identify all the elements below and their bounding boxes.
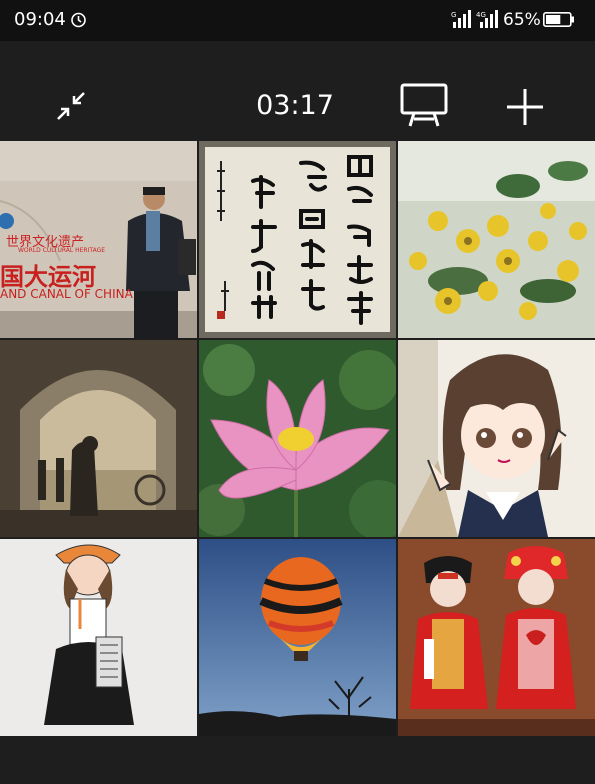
- photo-grid: 世界文化遗产 WORLD CULTURAL HERITAGE 国大运河 AND …: [0, 141, 595, 737]
- photo-tile-girl-illustration[interactable]: [0, 539, 197, 736]
- signal-2-label: 4G: [476, 11, 486, 19]
- photo-tile-grand-canal[interactable]: 世界文化遗产 WORLD CULTURAL HERITAGE 国大运河 AND …: [0, 141, 197, 338]
- battery-icon: [543, 12, 574, 27]
- recording-timer: 03:17: [256, 90, 334, 121]
- toolbar: 03:17: [0, 41, 595, 141]
- alarm-clock-icon: [71, 12, 86, 28]
- signal-1-label: G: [451, 11, 456, 19]
- status-bar: 09:04 G 4G 65%: [0, 0, 595, 41]
- photo-tile-hot-air-balloon[interactable]: [199, 539, 396, 736]
- cast-screen-icon[interactable]: [400, 83, 448, 129]
- bottom-bar: [0, 737, 595, 784]
- collapse-icon[interactable]: [56, 91, 86, 121]
- sign-text-english: AND CANAL OF CHINA: [0, 287, 133, 301]
- add-icon[interactable]: [505, 87, 545, 127]
- signal-4g-icon: 4G: [476, 10, 498, 28]
- signal-icon: G: [451, 10, 471, 28]
- photo-tile-opera-dolls[interactable]: [398, 539, 595, 736]
- photo-tile-couple-archway[interactable]: [0, 340, 197, 537]
- status-time: 09:04: [14, 9, 66, 30]
- photo-tile-yellow-flowers[interactable]: [398, 141, 595, 338]
- battery-percent: 65%: [503, 10, 541, 30]
- photo-tile-calligraphy[interactable]: [199, 141, 396, 338]
- photo-tile-lotus[interactable]: [199, 340, 396, 537]
- sign-text-small: WORLD CULTURAL HERITAGE: [18, 247, 106, 254]
- photo-tile-anime-girl[interactable]: [398, 340, 595, 537]
